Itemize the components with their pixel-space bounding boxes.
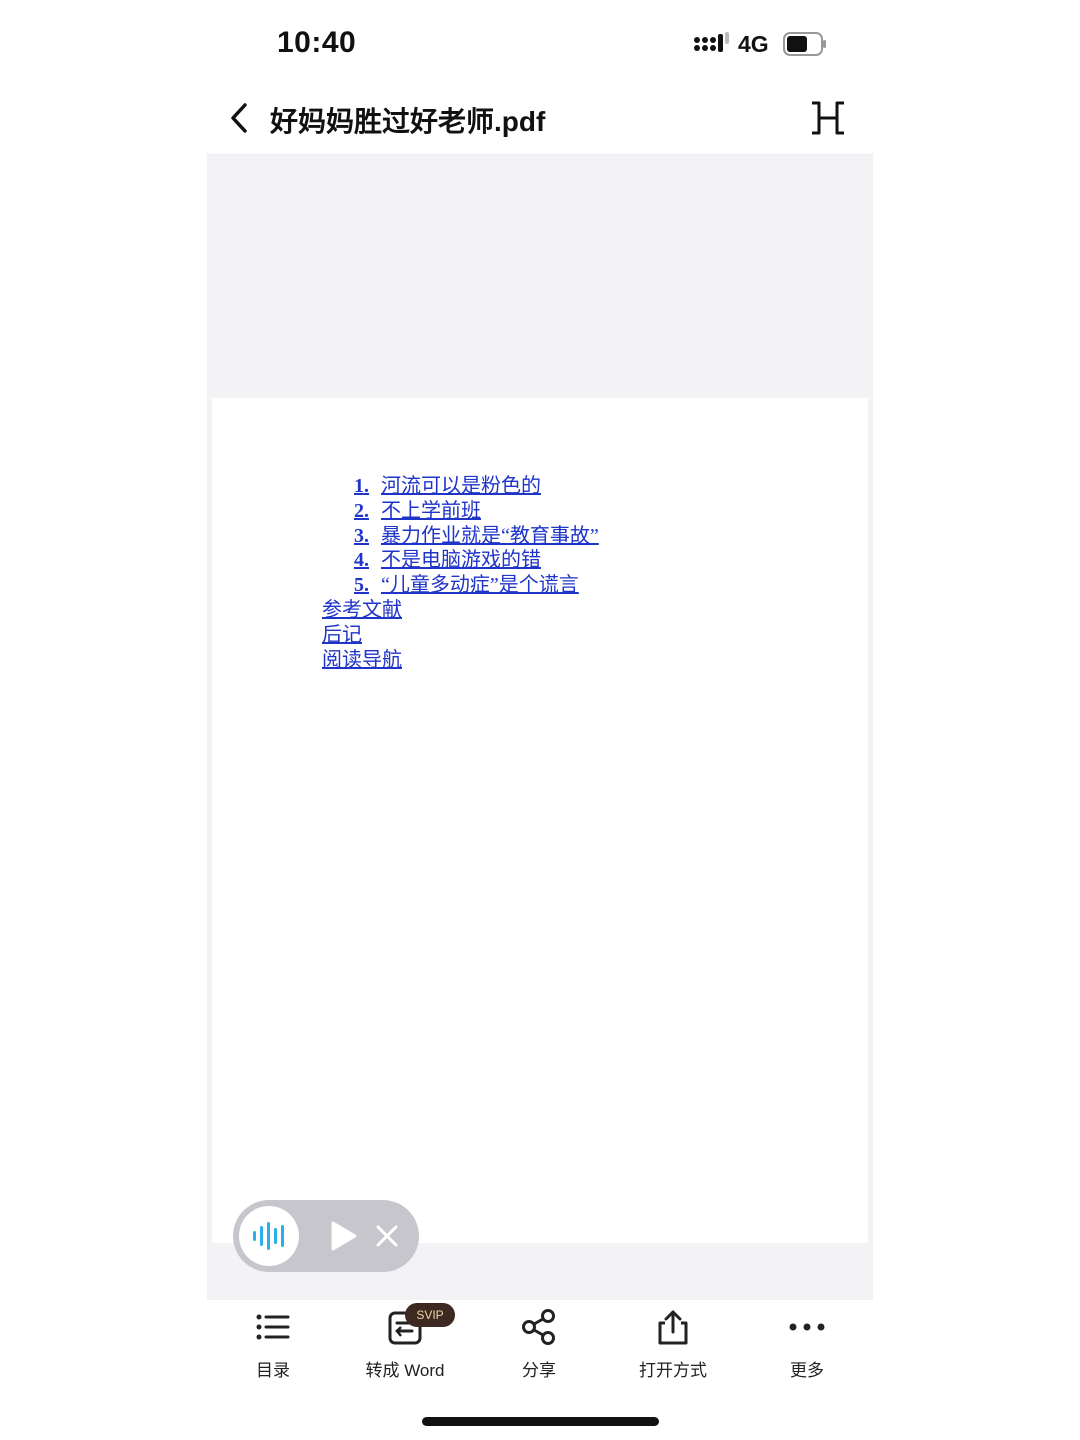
fullscreen-icon[interactable]	[809, 100, 847, 136]
toc-item-3[interactable]: 3. 暴力作业就是“教育事故”	[322, 524, 599, 549]
signal-icon	[694, 32, 729, 52]
status-time: 10:40	[277, 26, 357, 59]
battery-icon	[783, 32, 826, 56]
toc-item-afterword[interactable]: 后记	[322, 623, 599, 648]
document-title: 好妈妈胜过好老师.pdf	[270, 106, 546, 137]
audio-wave-icon	[253, 1222, 284, 1250]
share-icon	[522, 1309, 555, 1345]
share-label: 分享	[522, 1361, 556, 1380]
home-indicator[interactable]	[422, 1417, 659, 1426]
toc-item-2[interactable]: 2. 不上学前班	[322, 499, 599, 524]
toc-item-references[interactable]: 参考文献	[322, 598, 599, 623]
pdf-page: 1. 河流可以是粉色的 2. 不上学前班 3. 暴力作业就是“教育事故” 4. 不是电脑…	[212, 398, 868, 1243]
table-of-contents: 1. 河流可以是粉色的 2. 不上学前班 3. 暴力作业就是“教育事故” 4. 不是电脑…	[322, 474, 599, 672]
share-button[interactable]: 分享	[479, 1300, 599, 1390]
network-type: 4G	[738, 31, 769, 57]
toc-label: 目录	[256, 1361, 290, 1380]
more-icon	[789, 1323, 825, 1331]
nav-bar: 好妈妈胜过好老师.pdf	[207, 88, 873, 155]
more-button[interactable]: 更多	[747, 1300, 867, 1390]
status-bar: 10:40 4G	[207, 0, 873, 88]
toc-item-1[interactable]: 1. 河流可以是粉色的	[322, 474, 599, 499]
back-icon[interactable]	[227, 100, 251, 136]
open-with-button[interactable]: 打开方式	[613, 1300, 733, 1390]
phone-screen: 10:40 4G 好妈妈胜过好老师.pdf 1. 河流可以是粉色的 2. 不上学…	[207, 0, 873, 1440]
tts-player	[233, 1200, 419, 1272]
pdf-viewer[interactable]: 1. 河流可以是粉色的 2. 不上学前班 3. 暴力作业就是“教育事故” 4. 不是电脑…	[207, 155, 873, 1300]
more-label: 更多	[790, 1361, 824, 1380]
play-icon[interactable]	[329, 1220, 357, 1252]
close-icon[interactable]	[375, 1224, 399, 1248]
svip-badge: SVIP	[405, 1303, 455, 1327]
tts-waveform-button[interactable]	[239, 1206, 299, 1266]
list-icon	[256, 1314, 290, 1340]
toc-item-reading-guide[interactable]: 阅读导航	[322, 648, 599, 673]
convert-label: 转成 Word	[365, 1361, 445, 1380]
open-with-label: 打开方式	[639, 1361, 707, 1380]
toc-item-5[interactable]: 5. “儿童多动症”是个谎言	[322, 573, 599, 598]
toc-item-4[interactable]: 4. 不是电脑游戏的错	[322, 548, 599, 573]
upload-icon	[658, 1310, 688, 1345]
toc-button[interactable]: 目录	[213, 1300, 333, 1390]
